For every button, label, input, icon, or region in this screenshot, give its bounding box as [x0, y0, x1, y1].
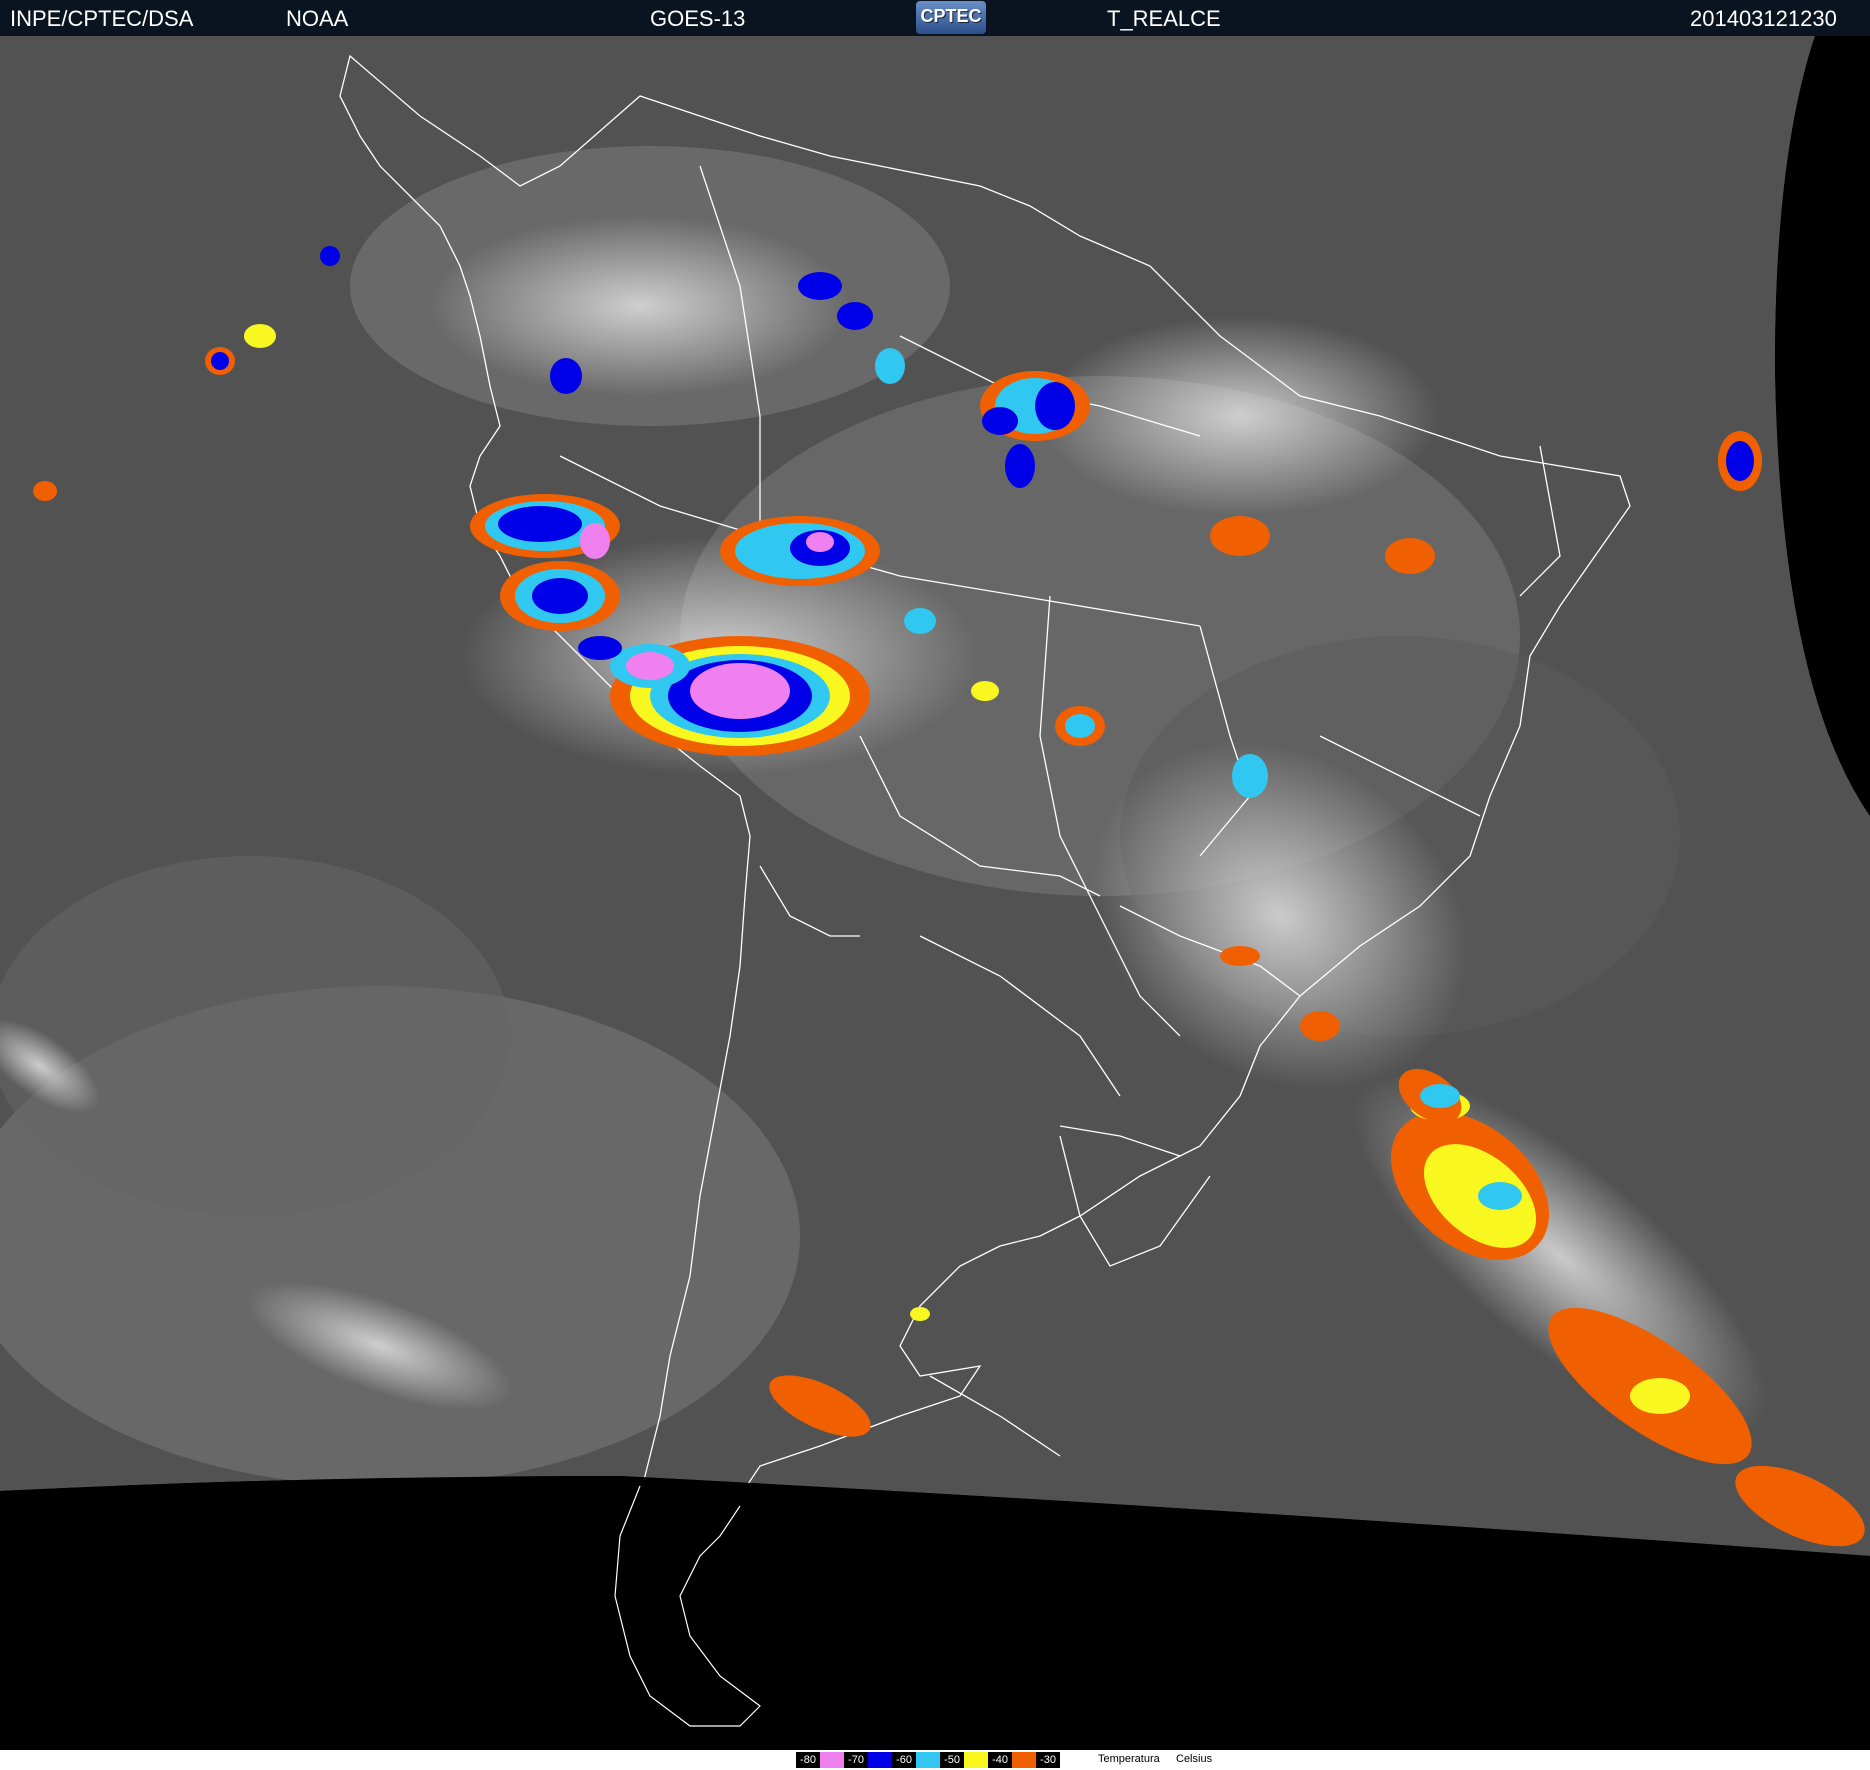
logo-text: CPTEC [920, 6, 982, 26]
legend-label-4: -40 [988, 1752, 1012, 1768]
legend-label-5: -30 [1036, 1752, 1060, 1768]
legend-swatch-2 [916, 1752, 940, 1768]
legend-swatch-3 [964, 1752, 988, 1768]
legend-swatch-1 [868, 1752, 892, 1768]
header-bar: INPE/CPTEC/DSA NOAA GOES-13 CPTEC T_REAL… [0, 0, 1870, 36]
legend-label-3: -50 [940, 1752, 964, 1768]
legend-label-0: -80 [796, 1752, 820, 1768]
agency-label: NOAA [286, 6, 349, 31]
legend-label-1: -70 [844, 1752, 868, 1768]
timestamp-label: 201403121230 [1690, 6, 1837, 31]
legend-label-2: -60 [892, 1752, 916, 1768]
legend-unit: Celsius [1176, 1753, 1213, 1765]
org-label: INPE/CPTEC/DSA [10, 6, 194, 31]
product-label: T_REALCE [1107, 6, 1221, 31]
legend-title: Temperatura [1098, 1753, 1160, 1765]
satellite-label: GOES-13 [650, 6, 746, 31]
temperature-legend: -80 -70 -60 -50 -40 -30 Temperatura Cels… [0, 1750, 1870, 1770]
legend-swatch-0 [820, 1752, 844, 1768]
cptec-logo: CPTEC [916, 1, 986, 34]
legend-swatch-4 [1012, 1752, 1036, 1768]
satellite-map [0, 36, 1870, 1750]
